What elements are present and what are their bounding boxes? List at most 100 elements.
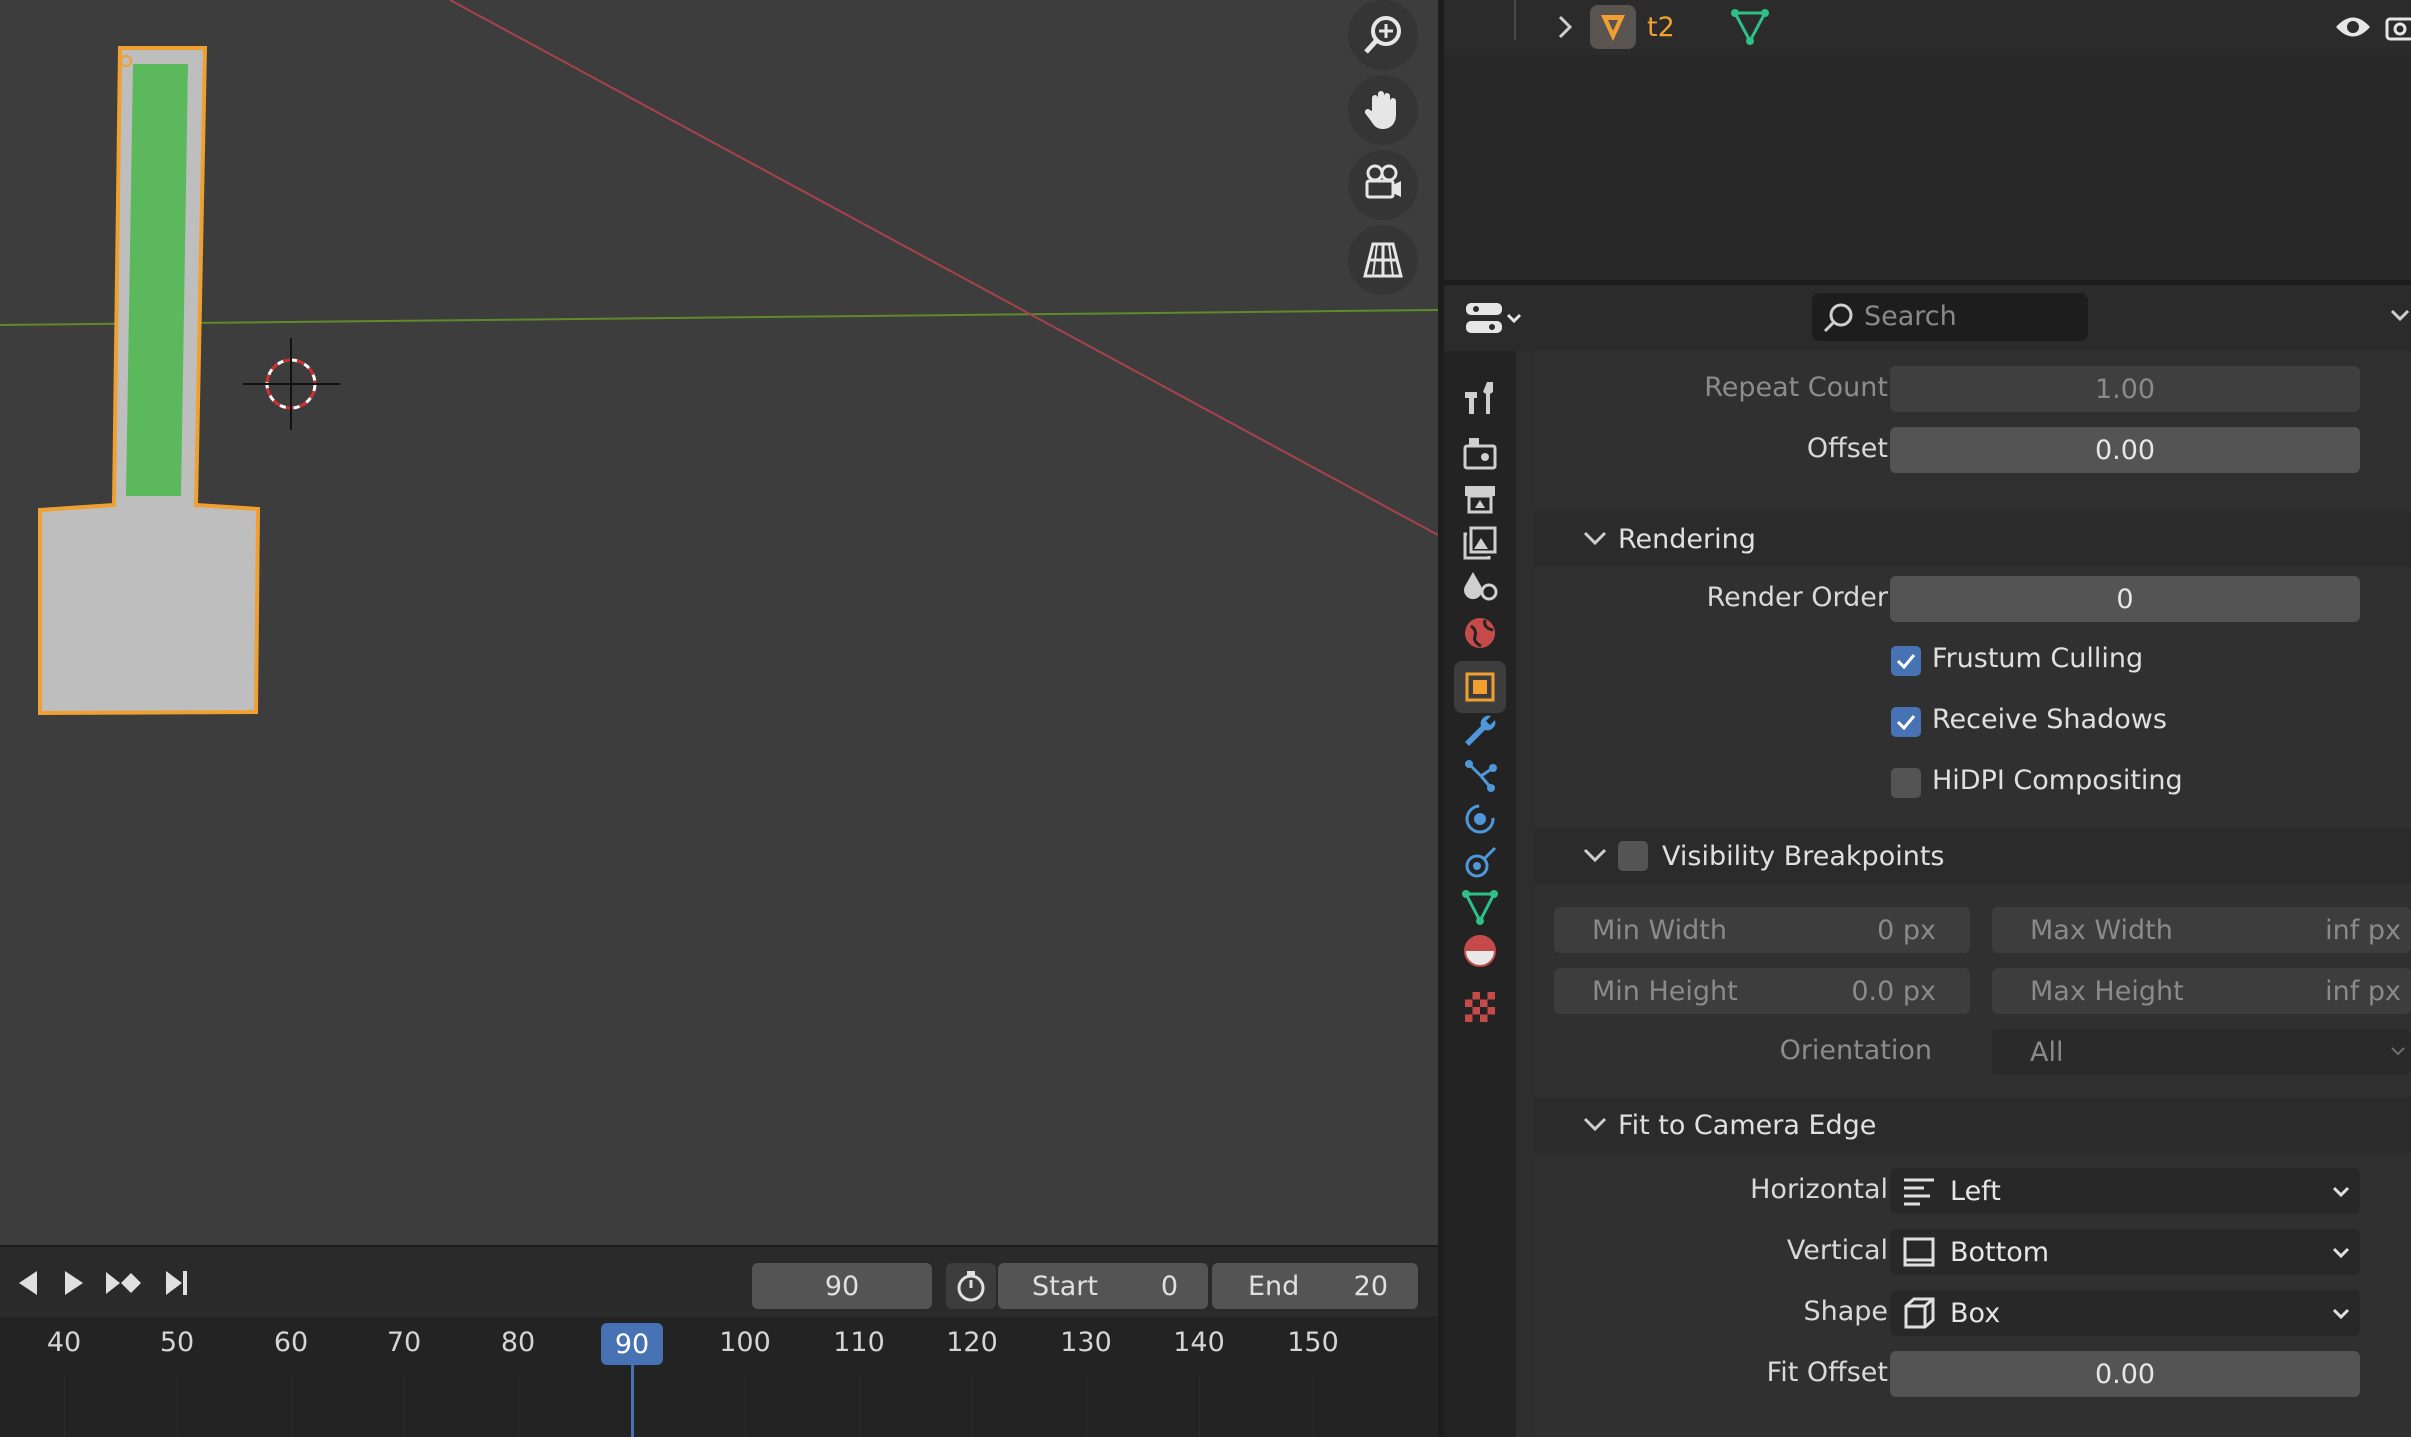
horizontal-label: Horizontal xyxy=(1750,1174,1888,1205)
frame-tick-label: 100 xyxy=(719,1327,771,1358)
material-tab-icon[interactable] xyxy=(1454,925,1506,977)
render-order-label: Render Order xyxy=(1706,582,1888,613)
vertical-label: Vertical xyxy=(1786,1235,1888,1266)
min-height-value: 0.0 px xyxy=(1851,976,1936,1007)
chevron-down-icon xyxy=(1583,1117,1607,1132)
visibility-breakpoints-title: Visibility Breakpoints xyxy=(1662,840,1945,872)
chevron-down-icon xyxy=(1583,531,1607,546)
frame-tick-label: 60 xyxy=(273,1327,309,1358)
camera-view-icon[interactable] xyxy=(1348,150,1418,220)
frame-tick-label: 130 xyxy=(1060,1327,1112,1358)
receive-shadows-checkbox[interactable] xyxy=(1891,707,1921,737)
shape-dropdown[interactable]: Box xyxy=(1890,1290,2360,1336)
render-order-value: 0 xyxy=(2116,583,2134,615)
max-height-value: inf px xyxy=(2325,976,2401,1007)
3d-viewport[interactable] xyxy=(0,0,1438,1245)
rendering-panel-header[interactable]: Rendering xyxy=(1534,511,2411,567)
hidpi-label: HiDPI Compositing xyxy=(1932,765,2183,796)
fit-to-camera-edge-title: Fit to Camera Edge xyxy=(1618,1109,1877,1141)
vertical-value: Bottom xyxy=(1950,1236,2050,1268)
min-width-value: 0 px xyxy=(1877,915,1936,946)
vertical-dropdown[interactable]: Bottom xyxy=(1890,1229,2360,1275)
orientation-dropdown[interactable]: All xyxy=(1992,1029,2411,1075)
outliner-row[interactable]: t2 xyxy=(1444,0,2411,55)
align-left-icon xyxy=(1904,1178,1934,1206)
frustum-culling-checkbox[interactable] xyxy=(1891,646,1921,676)
frame-ruler[interactable]: 40 50 60 70 80 100 110 120 130 140 150 9… xyxy=(0,1247,1438,1437)
shape-label: Shape xyxy=(1803,1296,1888,1327)
frame-tick-label: 50 xyxy=(159,1327,195,1358)
visibility-breakpoints-checkbox[interactable] xyxy=(1618,841,1648,871)
fit-to-camera-edge-panel-header[interactable]: Fit to Camera Edge xyxy=(1534,1097,2411,1153)
frame-tick-label: 70 xyxy=(386,1327,422,1358)
repeat-count-label: Repeat Count xyxy=(1704,372,1888,403)
frame-tick-label: 40 xyxy=(46,1327,82,1358)
orientation-value: All xyxy=(2030,1037,2064,1068)
offset-field[interactable]: 0.00 xyxy=(1890,427,2360,473)
editor-type-icon[interactable] xyxy=(1464,295,1536,343)
expand-chevron-icon[interactable] xyxy=(1556,14,1574,44)
visibility-breakpoints-panel-header[interactable]: Visibility Breakpoints xyxy=(1534,828,2411,884)
chevron-down-icon xyxy=(2391,1047,2405,1056)
properties-tabs xyxy=(1444,351,1516,1437)
eye-visibility-icon[interactable] xyxy=(2334,12,2372,46)
playhead[interactable]: 90 xyxy=(601,1323,663,1365)
properties-content: Repeat Count 1.00 Offset 0.00 Rendering … xyxy=(1534,351,2411,1437)
render-tab-icon[interactable] xyxy=(1454,427,1506,479)
min-height-label: Min Height xyxy=(1592,976,1738,1007)
viewport-scene xyxy=(0,0,1438,716)
pan-hand-icon[interactable] xyxy=(1348,75,1418,145)
scene-tab-icon[interactable] xyxy=(1454,561,1506,613)
mesh-data-icon[interactable] xyxy=(1730,8,1770,50)
3d-cursor-icon xyxy=(243,338,340,430)
min-height-field[interactable]: Min Height 0.0 px xyxy=(1554,968,1970,1014)
search-icon xyxy=(1823,303,1853,333)
frustum-culling-label: Frustum Culling xyxy=(1932,643,2144,674)
hidpi-checkbox[interactable] xyxy=(1891,768,1921,798)
object-name[interactable]: t2 xyxy=(1647,12,1675,43)
zoom-icon[interactable] xyxy=(1348,0,1418,70)
selected-mesh-object xyxy=(38,46,261,716)
max-height-field[interactable]: Max Height inf px xyxy=(1992,968,2411,1014)
search-input[interactable]: Search xyxy=(1812,293,2088,341)
repeat-count-field[interactable]: 1.00 xyxy=(1890,366,2360,412)
horizontal-value: Left xyxy=(1950,1175,2001,1207)
y-axis-line xyxy=(0,309,1438,326)
timeline-editor[interactable]: 90 Start 0 End 20 40 50 60 70 80 100 110… xyxy=(0,1247,1438,1437)
cube-icon xyxy=(1904,1297,1935,1329)
search-placeholder: Search xyxy=(1864,301,1957,332)
repeat-count-value: 1.00 xyxy=(2094,373,2156,405)
max-height-label: Max Height xyxy=(2030,976,2184,1007)
receive-shadows-label: Receive Shadows xyxy=(1932,704,2167,735)
outliner[interactable]: t2 xyxy=(1444,0,2411,280)
chevron-down-icon xyxy=(1583,848,1607,863)
fit-offset-field[interactable]: 0.00 xyxy=(1890,1351,2360,1397)
frame-tick-label: 120 xyxy=(946,1327,998,1358)
world-tab-icon[interactable] xyxy=(1454,607,1506,659)
frame-tick-label: 140 xyxy=(1173,1327,1225,1358)
fit-offset-value: 0.00 xyxy=(2094,1358,2156,1390)
horizontal-dropdown[interactable]: Left xyxy=(1890,1168,2360,1214)
offset-label: Offset xyxy=(1806,433,1888,464)
mesh-object-icon[interactable] xyxy=(1590,5,1636,49)
max-width-value: inf px xyxy=(2325,915,2401,946)
texture-tab-icon[interactable] xyxy=(1454,981,1506,1033)
frame-tick-label: 80 xyxy=(500,1327,536,1358)
orientation-label: Orientation xyxy=(1779,1035,1932,1066)
tool-tab-icon[interactable] xyxy=(1454,371,1506,423)
rendering-title: Rendering xyxy=(1618,523,1756,555)
max-width-field[interactable]: Max Width inf px xyxy=(1992,907,2411,953)
chevron-down-icon[interactable] xyxy=(2389,305,2411,331)
min-width-field[interactable]: Min Width 0 px xyxy=(1554,907,1970,953)
render-order-field[interactable]: 0 xyxy=(1890,576,2360,622)
shape-value: Box xyxy=(1950,1297,2001,1329)
align-bottom-icon xyxy=(1903,1237,1935,1267)
x-axis-line xyxy=(449,0,1438,536)
frame-tick-label: 110 xyxy=(833,1327,885,1358)
perspective-grid-icon[interactable] xyxy=(1348,225,1418,295)
max-width-label: Max Width xyxy=(2030,915,2173,946)
chevron-down-icon xyxy=(2332,1186,2350,1198)
chevron-down-icon xyxy=(2332,1308,2350,1320)
camera-render-icon[interactable] xyxy=(2384,12,2411,46)
properties-editor[interactable]: Search Repeat Count 1.00 Offset 0.00 Ren… xyxy=(1444,285,2411,1437)
